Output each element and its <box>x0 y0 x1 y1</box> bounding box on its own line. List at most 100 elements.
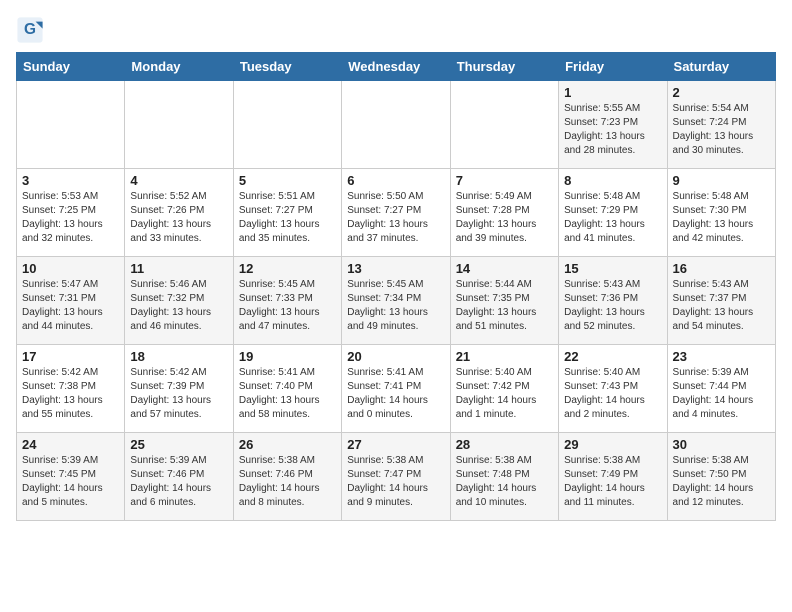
day-number: 22 <box>564 349 661 364</box>
calendar-cell: 21 Sunrise: 5:40 AM Sunset: 7:42 PM Dayli… <box>450 345 558 433</box>
calendar-cell: 4 Sunrise: 5:52 AM Sunset: 7:26 PM Daylig… <box>125 169 233 257</box>
cell-info: Sunrise: 5:38 AM Sunset: 7:47 PM Dayligh… <box>347 454 444 510</box>
weekday-header-monday: Monday <box>125 53 233 81</box>
cell-info: Sunrise: 5:40 AM Sunset: 7:43 PM Dayligh… <box>564 366 661 422</box>
calendar-cell: 25Sunrise: 5:39 AM Sunset: 7:46 PM Dayli… <box>125 433 233 521</box>
cell-info: Sunrise: 5:40 AM Sunset: 7:42 PM Dayligh… <box>456 366 553 422</box>
cell-info: Sunrise: 5:45 AM Sunset: 7:33 PM Dayligh… <box>239 278 336 334</box>
cell-info: Sunrise: 5:52 AM Sunset: 7:26 PM Dayligh… <box>130 190 227 246</box>
calendar-cell: 12 Sunrise: 5:45 AM Sunset: 7:33 PM Dayli… <box>233 257 341 345</box>
calendar-cell <box>17 81 125 169</box>
weekday-header-wednesday: Wednesday <box>342 53 450 81</box>
calendar-cell: 2Sunrise: 5:54 AM Sunset: 7:24 PM Daylig… <box>667 81 775 169</box>
cell-info: Sunrise: 5:54 AM Sunset: 7:24 PM Dayligh… <box>673 102 770 158</box>
calendar-cell: 18Sunrise: 5:42 AM Sunset: 7:39 PM Dayli… <box>125 345 233 433</box>
calendar-cell: 30 Sunrise: 5:38 AM Sunset: 7:50 PM Dayli… <box>667 433 775 521</box>
calendar-cell: 14Sunrise: 5:44 AM Sunset: 7:35 PM Dayli… <box>450 257 558 345</box>
weekday-header-tuesday: Tuesday <box>233 53 341 81</box>
calendar-cell: 1 Sunrise: 5:55 AM Sunset: 7:23 PM Daylig… <box>559 81 667 169</box>
day-number: 24 <box>22 437 119 452</box>
logo: G <box>16 16 48 44</box>
day-number: 29 <box>564 437 661 452</box>
weekday-header-thursday: Thursday <box>450 53 558 81</box>
day-number: 11 <box>130 261 227 276</box>
svg-text:G: G <box>24 21 36 38</box>
calendar-cell: 29 Sunrise: 5:38 AM Sunset: 7:49 PM Dayli… <box>559 433 667 521</box>
calendar-week-row: 1 Sunrise: 5:55 AM Sunset: 7:23 PM Daylig… <box>17 81 776 169</box>
day-number: 30 <box>673 437 770 452</box>
day-number: 27 <box>347 437 444 452</box>
calendar-cell <box>125 81 233 169</box>
calendar-cell: 28Sunrise: 5:38 AM Sunset: 7:48 PM Dayli… <box>450 433 558 521</box>
cell-info: Sunrise: 5:41 AM Sunset: 7:40 PM Dayligh… <box>239 366 336 422</box>
calendar-cell: 3 Sunrise: 5:53 AM Sunset: 7:25 PM Daylig… <box>17 169 125 257</box>
day-number: 12 <box>239 261 336 276</box>
calendar-table: SundayMondayTuesdayWednesdayThursdayFrid… <box>16 52 776 521</box>
cell-info: Sunrise: 5:51 AM Sunset: 7:27 PM Dayligh… <box>239 190 336 246</box>
day-number: 14 <box>456 261 553 276</box>
cell-info: Sunrise: 5:43 AM Sunset: 7:37 PM Dayligh… <box>673 278 770 334</box>
day-number: 5 <box>239 173 336 188</box>
calendar-cell: 27 Sunrise: 5:38 AM Sunset: 7:47 PM Dayli… <box>342 433 450 521</box>
calendar-cell: 20 Sunrise: 5:41 AM Sunset: 7:41 PM Dayli… <box>342 345 450 433</box>
calendar-cell: 15Sunrise: 5:43 AM Sunset: 7:36 PM Dayli… <box>559 257 667 345</box>
cell-info: Sunrise: 5:38 AM Sunset: 7:48 PM Dayligh… <box>456 454 553 510</box>
weekday-header-saturday: Saturday <box>667 53 775 81</box>
day-number: 7 <box>456 173 553 188</box>
day-number: 25 <box>130 437 227 452</box>
calendar-cell: 11 Sunrise: 5:46 AM Sunset: 7:32 PM Dayli… <box>125 257 233 345</box>
day-number: 16 <box>673 261 770 276</box>
cell-info: Sunrise: 5:48 AM Sunset: 7:30 PM Dayligh… <box>673 190 770 246</box>
cell-info: Sunrise: 5:48 AM Sunset: 7:29 PM Dayligh… <box>564 190 661 246</box>
weekday-header-row: SundayMondayTuesdayWednesdayThursdayFrid… <box>17 53 776 81</box>
day-number: 17 <box>22 349 119 364</box>
cell-info: Sunrise: 5:55 AM Sunset: 7:23 PM Dayligh… <box>564 102 661 158</box>
day-number: 20 <box>347 349 444 364</box>
logo-icon: G <box>16 16 44 44</box>
calendar-week-row: 3 Sunrise: 5:53 AM Sunset: 7:25 PM Daylig… <box>17 169 776 257</box>
day-number: 1 <box>564 85 661 100</box>
day-number: 8 <box>564 173 661 188</box>
day-number: 4 <box>130 173 227 188</box>
calendar-week-row: 24 Sunrise: 5:39 AM Sunset: 7:45 PM Dayli… <box>17 433 776 521</box>
day-number: 26 <box>239 437 336 452</box>
calendar-cell: 23 Sunrise: 5:39 AM Sunset: 7:44 PM Dayli… <box>667 345 775 433</box>
cell-info: Sunrise: 5:38 AM Sunset: 7:49 PM Dayligh… <box>564 454 661 510</box>
calendar-cell: 16 Sunrise: 5:43 AM Sunset: 7:37 PM Dayli… <box>667 257 775 345</box>
calendar-cell: 19 Sunrise: 5:41 AM Sunset: 7:40 PM Dayli… <box>233 345 341 433</box>
calendar-cell: 6Sunrise: 5:50 AM Sunset: 7:27 PM Daylig… <box>342 169 450 257</box>
calendar-cell: 17Sunrise: 5:42 AM Sunset: 7:38 PM Dayli… <box>17 345 125 433</box>
day-number: 19 <box>239 349 336 364</box>
calendar-cell: 24 Sunrise: 5:39 AM Sunset: 7:45 PM Dayli… <box>17 433 125 521</box>
cell-info: Sunrise: 5:41 AM Sunset: 7:41 PM Dayligh… <box>347 366 444 422</box>
cell-info: Sunrise: 5:39 AM Sunset: 7:44 PM Dayligh… <box>673 366 770 422</box>
day-number: 3 <box>22 173 119 188</box>
day-number: 13 <box>347 261 444 276</box>
cell-info: Sunrise: 5:45 AM Sunset: 7:34 PM Dayligh… <box>347 278 444 334</box>
calendar-cell: 13 Sunrise: 5:45 AM Sunset: 7:34 PM Dayli… <box>342 257 450 345</box>
day-number: 18 <box>130 349 227 364</box>
cell-info: Sunrise: 5:53 AM Sunset: 7:25 PM Dayligh… <box>22 190 119 246</box>
day-number: 10 <box>22 261 119 276</box>
day-number: 6 <box>347 173 444 188</box>
calendar-cell: 7 Sunrise: 5:49 AM Sunset: 7:28 PM Daylig… <box>450 169 558 257</box>
cell-info: Sunrise: 5:49 AM Sunset: 7:28 PM Dayligh… <box>456 190 553 246</box>
cell-info: Sunrise: 5:39 AM Sunset: 7:45 PM Dayligh… <box>22 454 119 510</box>
weekday-header-sunday: Sunday <box>17 53 125 81</box>
day-number: 23 <box>673 349 770 364</box>
cell-info: Sunrise: 5:38 AM Sunset: 7:46 PM Dayligh… <box>239 454 336 510</box>
calendar-cell <box>450 81 558 169</box>
cell-info: Sunrise: 5:46 AM Sunset: 7:32 PM Dayligh… <box>130 278 227 334</box>
calendar-cell: 5 Sunrise: 5:51 AM Sunset: 7:27 PM Daylig… <box>233 169 341 257</box>
page-header: G <box>16 16 776 44</box>
day-number: 9 <box>673 173 770 188</box>
cell-info: Sunrise: 5:47 AM Sunset: 7:31 PM Dayligh… <box>22 278 119 334</box>
calendar-cell <box>342 81 450 169</box>
calendar-cell <box>233 81 341 169</box>
day-number: 21 <box>456 349 553 364</box>
cell-info: Sunrise: 5:38 AM Sunset: 7:50 PM Dayligh… <box>673 454 770 510</box>
calendar-cell: 22 Sunrise: 5:40 AM Sunset: 7:43 PM Dayli… <box>559 345 667 433</box>
calendar-cell: 9 Sunrise: 5:48 AM Sunset: 7:30 PM Daylig… <box>667 169 775 257</box>
calendar-cell: 26 Sunrise: 5:38 AM Sunset: 7:46 PM Dayli… <box>233 433 341 521</box>
calendar-week-row: 17Sunrise: 5:42 AM Sunset: 7:38 PM Dayli… <box>17 345 776 433</box>
